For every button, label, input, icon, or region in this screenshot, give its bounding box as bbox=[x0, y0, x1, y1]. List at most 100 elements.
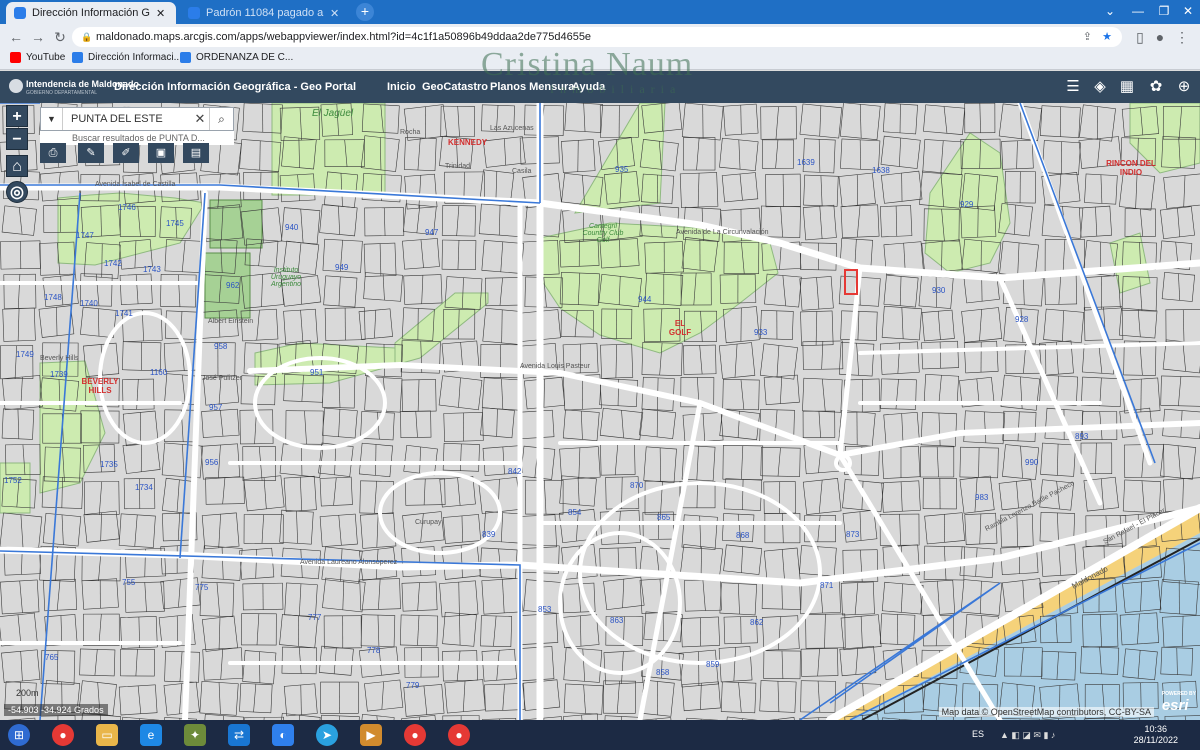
map-attribution: Map data © OpenStreetMap contributors, C… bbox=[938, 707, 1154, 717]
back-icon[interactable]: ← bbox=[6, 27, 26, 47]
close-window-button[interactable]: ✕ bbox=[1174, 0, 1200, 24]
menu-kebab-icon[interactable]: ⋮ bbox=[1172, 27, 1192, 47]
layers-icon[interactable]: ◈ bbox=[1091, 78, 1109, 96]
bookmark-youtube[interactable]: YouTube bbox=[10, 52, 65, 63]
telegram-icon[interactable]: ➤ bbox=[316, 724, 338, 746]
park-label: El Jagüel bbox=[312, 108, 354, 119]
legend-list-icon[interactable]: ☰ bbox=[1064, 78, 1082, 96]
address-bar[interactable]: 🔒 maldonado.maps.arcgis.com/apps/webappv… bbox=[72, 27, 1122, 47]
arcgis-favicon-icon bbox=[14, 7, 26, 19]
parcel-number-label: 957 bbox=[209, 403, 223, 412]
parcel-number-label: 944 bbox=[638, 295, 652, 304]
clear-search-icon[interactable]: ✕ bbox=[191, 108, 209, 130]
parcel-number-label: 779 bbox=[406, 681, 420, 690]
nav-geocatastro[interactable]: GeoCatastro bbox=[422, 81, 488, 93]
parcel-number-label: 983 bbox=[975, 493, 989, 502]
parcel-number-label: 854 bbox=[568, 508, 582, 517]
parcel-number-label: 951 bbox=[310, 368, 324, 377]
analysis-icon[interactable]: ✿ bbox=[1147, 78, 1165, 96]
share-icon[interactable]: ⇪ bbox=[1083, 27, 1092, 47]
chrome-icon[interactable]: ● bbox=[52, 724, 74, 746]
parcel-number-label: 1743 bbox=[143, 265, 161, 274]
parcel-number-label: 928 bbox=[1015, 315, 1029, 324]
clock[interactable]: 10:36 28/11/2022 bbox=[1134, 724, 1178, 746]
watermark-name: Cristina Naum bbox=[481, 46, 694, 83]
street-label: Curupay bbox=[415, 519, 442, 526]
bookmark-star-icon[interactable]: ★ bbox=[1102, 27, 1112, 47]
parcel-number-label: 949 bbox=[335, 263, 349, 272]
street-label: Rocha bbox=[400, 129, 421, 136]
search-input[interactable] bbox=[63, 108, 191, 130]
parcel-number-label: 1748 bbox=[44, 293, 62, 302]
close-tab-icon[interactable]: ✕ bbox=[330, 7, 339, 20]
swipe-icon[interactable]: ▣ bbox=[148, 143, 174, 163]
profile-avatar-icon[interactable]: ● bbox=[1150, 27, 1170, 47]
tab-search-icon[interactable]: ⌄ bbox=[1096, 0, 1124, 24]
parcel-number-label: 962 bbox=[226, 281, 240, 290]
forward-icon[interactable]: → bbox=[28, 27, 48, 47]
parcel-number-label: 1746 bbox=[118, 203, 136, 212]
new-tab-button[interactable]: + bbox=[356, 3, 374, 21]
parcel-number-label: 859 bbox=[706, 660, 720, 669]
search-source-dropdown-icon[interactable]: ▼ bbox=[41, 108, 63, 130]
chrome-profile-icon[interactable]: ● bbox=[404, 724, 426, 746]
place-label-kennedy: KENNEDY bbox=[448, 138, 488, 147]
app-title: Dirección Información Geográfica - Geo P… bbox=[114, 81, 357, 93]
tab-active[interactable]: Dirección Información Geográfica ✕ bbox=[6, 2, 176, 24]
arcgis-icon bbox=[180, 52, 191, 63]
close-tab-icon[interactable]: ✕ bbox=[156, 7, 165, 20]
locate-icon[interactable]: ◎ bbox=[6, 181, 28, 203]
minimize-button[interactable]: — bbox=[1124, 0, 1152, 24]
tray-icons[interactable]: ▲ ◧ ◪ ✉ ▮ ♪ bbox=[1000, 730, 1055, 741]
clock-date: 28/11/2022 bbox=[1133, 735, 1178, 745]
print-icon[interactable]: ⎙ bbox=[40, 143, 66, 163]
parcel-number-label: 990 bbox=[1025, 458, 1039, 467]
chrome-profile-icon[interactable]: ● bbox=[448, 724, 470, 746]
media-player-icon[interactable]: ▶ bbox=[360, 724, 382, 746]
search-icon[interactable]: ⌕ bbox=[209, 108, 233, 130]
app-icon[interactable]: ✦ bbox=[184, 724, 206, 746]
parcel-number-label: 1740 bbox=[80, 299, 98, 308]
parcel-number-label: 865 bbox=[657, 513, 671, 522]
street-label: Avenida Isabel de Castilla bbox=[95, 181, 176, 188]
parcel-number-label: 1638 bbox=[872, 166, 890, 175]
map-canvas[interactable] bbox=[0, 103, 1200, 720]
more-icon[interactable]: ⊕ bbox=[1175, 78, 1193, 96]
bookmark-map-icon[interactable]: ▤ bbox=[183, 143, 209, 163]
parcel-number-label: 893 bbox=[1075, 432, 1089, 441]
parcel-number-label: 1639 bbox=[797, 158, 815, 167]
parcel-number-label: 940 bbox=[285, 223, 299, 232]
draw-icon[interactable]: ✐ bbox=[113, 143, 139, 163]
parcel-number-label: 775 bbox=[195, 583, 209, 592]
parcel-number-label: 870 bbox=[630, 481, 644, 490]
tab-inactive[interactable]: Padrón 11084 pagado a su favor ✕ bbox=[180, 2, 350, 24]
bookmark-dig[interactable]: Dirección Informaci... bbox=[72, 52, 182, 63]
browser-tab-strip: Dirección Información Geográfica ✕ Padró… bbox=[0, 0, 1200, 24]
parcel-number-label: 1739 bbox=[50, 370, 68, 379]
esri-wordmark: esri bbox=[1161, 697, 1189, 714]
home-icon[interactable]: ⌂ bbox=[6, 155, 28, 177]
measure-icon[interactable]: ✎ bbox=[78, 143, 104, 163]
place-label-rincon-del-indio: RINCON DEL INDIO bbox=[1106, 159, 1156, 177]
basemap-gallery-icon[interactable]: ▦ bbox=[1118, 78, 1136, 96]
map-view[interactable]: KENNEDY RINCON DEL INDIO BEVERLY HILLS E… bbox=[0, 103, 1200, 720]
start-button-icon[interactable]: ⊞ bbox=[8, 724, 30, 746]
zoom-out-button[interactable]: − bbox=[6, 128, 28, 150]
bookmark-ordenanza[interactable]: ORDENANZA DE C... bbox=[180, 52, 293, 63]
reload-icon[interactable]: ↻ bbox=[50, 27, 70, 47]
zoom-in-button[interactable]: + bbox=[6, 105, 28, 127]
parcel-number-label: 947 bbox=[425, 228, 439, 237]
tab-label: Dirección Información Geográfica bbox=[32, 7, 150, 19]
file-explorer-icon[interactable]: ▭ bbox=[96, 724, 118, 746]
app-icon[interactable]: ◐ bbox=[272, 724, 294, 746]
language-indicator[interactable]: ES bbox=[972, 729, 984, 739]
internet-explorer-icon[interactable]: e bbox=[140, 724, 162, 746]
teamviewer-icon[interactable]: ⇄ bbox=[228, 724, 250, 746]
sidepanel-icon[interactable]: ▯ bbox=[1130, 27, 1150, 47]
parcel-number-label: 930 bbox=[932, 286, 946, 295]
parcel-number-label: 1745 bbox=[166, 219, 184, 228]
nav-inicio[interactable]: Inicio bbox=[387, 81, 416, 93]
tab-label: Padrón 11084 pagado a su favor bbox=[206, 7, 324, 19]
parcel-number-label: 1752 bbox=[4, 476, 22, 485]
bookmark-label: YouTube bbox=[26, 52, 66, 63]
